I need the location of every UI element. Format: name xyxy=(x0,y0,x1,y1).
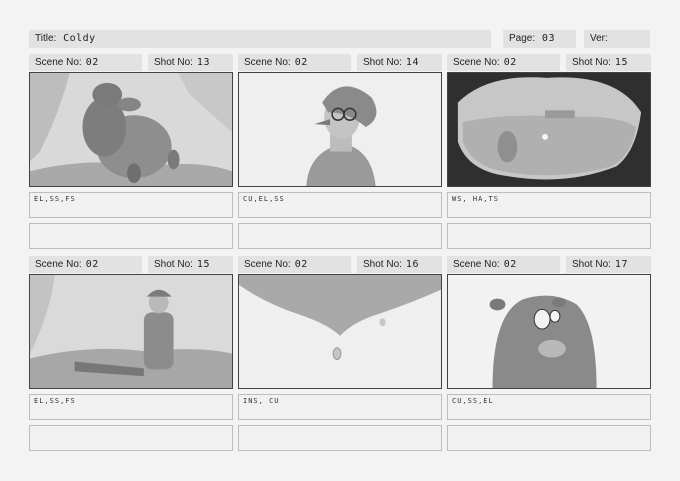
shot-note: EL,SS,FS xyxy=(29,394,233,420)
scene-number-field: Scene No: 02 xyxy=(447,54,560,71)
shot-number-field: Shot No: 13 xyxy=(148,54,233,71)
page-value: 03 xyxy=(541,33,555,44)
storyboard-frame-man-sitting xyxy=(29,274,233,389)
scene-number-field: Scene No: 02 xyxy=(238,54,351,71)
title-field: Title: Coldy xyxy=(29,30,491,48)
title-label: Title: xyxy=(35,33,57,44)
shot-number-field: Shot No: 15 xyxy=(566,54,651,71)
shot-note-secondary xyxy=(447,223,651,249)
shot-note: CU,EL,SS xyxy=(238,192,442,218)
storyboard-frame-cave-wide xyxy=(447,72,651,187)
shot-note: INS, CU xyxy=(238,394,442,420)
shot-note: CU,SS,EL xyxy=(447,394,651,420)
storyboard-frame-bear-closeup xyxy=(447,274,651,389)
shot-note-secondary xyxy=(238,223,442,249)
shot-note: EL,SS,FS xyxy=(29,192,233,218)
shot-note-secondary xyxy=(29,223,233,249)
shot-note-secondary xyxy=(447,425,651,451)
version-field: Ver: xyxy=(584,30,650,48)
shot-number-field: Shot No: 17 xyxy=(566,256,651,273)
storyboard-frame-bear-sitting xyxy=(29,72,233,187)
storyboard-frame-icicle-insert xyxy=(238,274,442,389)
scene-number-field: Scene No: 02 xyxy=(29,54,142,71)
version-label: Ver: xyxy=(590,33,608,44)
page-field: Page: 03 xyxy=(503,30,576,48)
shot-note-secondary xyxy=(238,425,442,451)
shot-number-field: Shot No: 15 xyxy=(148,256,233,273)
shot-note: WS, HA,TS xyxy=(447,192,651,218)
title-value: Coldy xyxy=(63,33,96,44)
shot-number-field: Shot No: 14 xyxy=(357,54,442,71)
scene-number-field: Scene No: 02 xyxy=(447,256,560,273)
shot-number-field: Shot No: 16 xyxy=(357,256,442,273)
page-label: Page: xyxy=(509,33,536,44)
scene-number-field: Scene No: 02 xyxy=(238,256,351,273)
shot-note-secondary xyxy=(29,425,233,451)
scene-number-field: Scene No: 02 xyxy=(29,256,142,273)
storyboard-frame-man-closeup xyxy=(238,72,442,187)
